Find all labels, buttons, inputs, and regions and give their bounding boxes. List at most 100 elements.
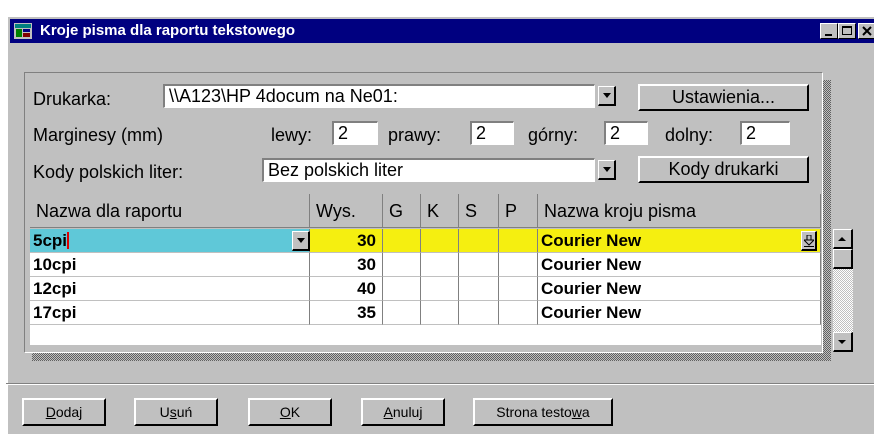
chevron-down-icon	[603, 167, 611, 172]
column-header-g[interactable]: G	[383, 194, 421, 228]
row-name: 5cpi	[33, 231, 68, 250]
table-row[interactable]: 17cpi 35 Courier New	[30, 301, 821, 325]
maximize-icon	[842, 26, 852, 35]
settings-button[interactable]: Ustawienia...	[638, 84, 809, 111]
row-g[interactable]	[383, 301, 421, 325]
row-height[interactable]: 40	[310, 277, 383, 301]
row-s[interactable]	[459, 253, 499, 277]
scroll-thumb[interactable]	[833, 249, 853, 269]
polish-codes-dropdown-button[interactable]	[598, 160, 616, 180]
printer-dropdown-button[interactable]	[598, 86, 616, 106]
printer-codes-button[interactable]: Kody drukarki	[638, 156, 809, 183]
margin-right-label: prawy:	[388, 125, 442, 145]
test-page-accelerator-key: w	[571, 404, 582, 420]
add-label-post: odaj	[55, 404, 83, 420]
cancel-button[interactable]: Anuluj	[361, 398, 445, 426]
margin-top-label: górny:	[528, 125, 579, 145]
row-height[interactable]: 30	[310, 229, 383, 253]
ok-button[interactable]: OK	[248, 398, 332, 426]
column-header-font-name[interactable]: Nazwa kroju pisma	[538, 194, 821, 228]
fonts-table: Nazwa dla raportu Wys. G K S P Nazwa kro…	[30, 194, 821, 351]
polish-codes-label: Kody polskich liter:	[33, 162, 184, 182]
row-name-cell[interactable]: 5cpi	[30, 229, 310, 253]
row-g[interactable]	[383, 253, 421, 277]
margins-label: Marginesy (mm)	[33, 125, 164, 145]
printer-select[interactable]: \\A123\HP 4docum na Ne01:	[163, 84, 595, 108]
add-accelerator-key: D	[45, 404, 56, 420]
minimize-button[interactable]	[820, 23, 838, 39]
window-title: Kroje pisma dla raportu tekstowego	[40, 22, 296, 39]
column-header-k[interactable]: K	[421, 194, 459, 228]
margin-left-label: lewy:	[271, 125, 313, 145]
margin-top-input[interactable]: 2	[604, 121, 648, 145]
app-icon	[14, 23, 32, 39]
column-header-s[interactable]: S	[459, 194, 499, 228]
close-button[interactable]	[858, 23, 874, 39]
row-g[interactable]	[383, 229, 421, 253]
row-font[interactable]: Courier New	[538, 301, 821, 325]
row-p[interactable]	[499, 229, 538, 253]
row-k[interactable]	[421, 253, 459, 277]
cancel-accelerator-key: A	[383, 404, 393, 420]
minimize-icon	[825, 34, 832, 36]
polish-codes-select[interactable]: Bez polskich liter	[262, 158, 595, 182]
row-font[interactable]: Courier New	[538, 277, 821, 301]
test-page-label-post: a	[581, 404, 590, 420]
row-p[interactable]	[499, 277, 538, 301]
row-g[interactable]	[383, 277, 421, 301]
arrow-up-icon	[838, 237, 846, 241]
chevron-down-icon	[603, 93, 611, 98]
row-name[interactable]: 10cpi	[30, 253, 310, 277]
ok-label-post: K	[290, 404, 301, 420]
table-row[interactable]: 10cpi 30 Courier New	[30, 253, 821, 277]
title-bar[interactable]: Kroje pisma dla raportu tekstowego	[10, 19, 874, 43]
maximize-button[interactable]	[838, 23, 856, 39]
row-p[interactable]	[499, 253, 538, 277]
table-row[interactable]: 5cpi 30 Courier New	[30, 229, 821, 253]
row-s[interactable]	[459, 301, 499, 325]
row-font[interactable]: Courier New	[538, 253, 821, 277]
row-p[interactable]	[499, 301, 538, 325]
panel-shadow	[32, 353, 831, 361]
table-empty-area	[30, 325, 821, 345]
row-name[interactable]: 12cpi	[30, 277, 310, 301]
chevron-down-icon	[297, 238, 305, 243]
printer-label: Drukarka:	[33, 89, 112, 109]
table-scrollbar[interactable]	[833, 229, 853, 352]
row-height[interactable]: 35	[310, 301, 383, 325]
row-k[interactable]	[421, 277, 459, 301]
margin-bottom-label: dolny:	[665, 125, 714, 145]
scroll-up-button[interactable]	[833, 229, 853, 249]
column-header-height[interactable]: Wys.	[310, 194, 383, 228]
margin-right-input[interactable]: 2	[470, 121, 514, 145]
column-header-report-name[interactable]: Nazwa dla raportu	[30, 194, 310, 228]
remove-accelerator-key: s	[169, 404, 177, 420]
remove-label-pre: U	[159, 404, 170, 420]
test-page-label-pre: Strona testo	[496, 404, 572, 420]
table-row[interactable]: 12cpi 40 Courier New	[30, 277, 821, 301]
column-header-p[interactable]: P	[499, 194, 538, 228]
remove-button[interactable]: Usuń	[134, 398, 218, 426]
ok-accelerator-key: O	[279, 404, 291, 420]
row-s[interactable]	[459, 277, 499, 301]
row-height[interactable]: 30	[310, 253, 383, 277]
font-picker-button[interactable]	[801, 231, 817, 251]
close-icon	[862, 26, 872, 36]
separator	[6, 383, 874, 385]
row-k[interactable]	[421, 301, 459, 325]
test-page-button[interactable]: Strona testowa	[473, 398, 613, 426]
cancel-label-post: nuluj	[392, 404, 423, 420]
margin-bottom-input[interactable]: 2	[740, 121, 790, 145]
row-name-dropdown-button[interactable]	[292, 231, 310, 251]
add-button[interactable]: Dodaj	[22, 398, 106, 426]
row-s[interactable]	[459, 229, 499, 253]
row-k[interactable]	[421, 229, 459, 253]
margin-left-input[interactable]: 2	[332, 121, 378, 145]
text-cursor	[67, 232, 70, 249]
arrow-down-icon	[838, 340, 846, 344]
remove-label-post: uń	[176, 404, 193, 420]
panel-shadow	[823, 80, 831, 361]
scroll-down-button[interactable]	[833, 332, 853, 352]
row-name[interactable]: 17cpi	[30, 301, 310, 325]
row-font[interactable]: Courier New	[538, 229, 821, 253]
